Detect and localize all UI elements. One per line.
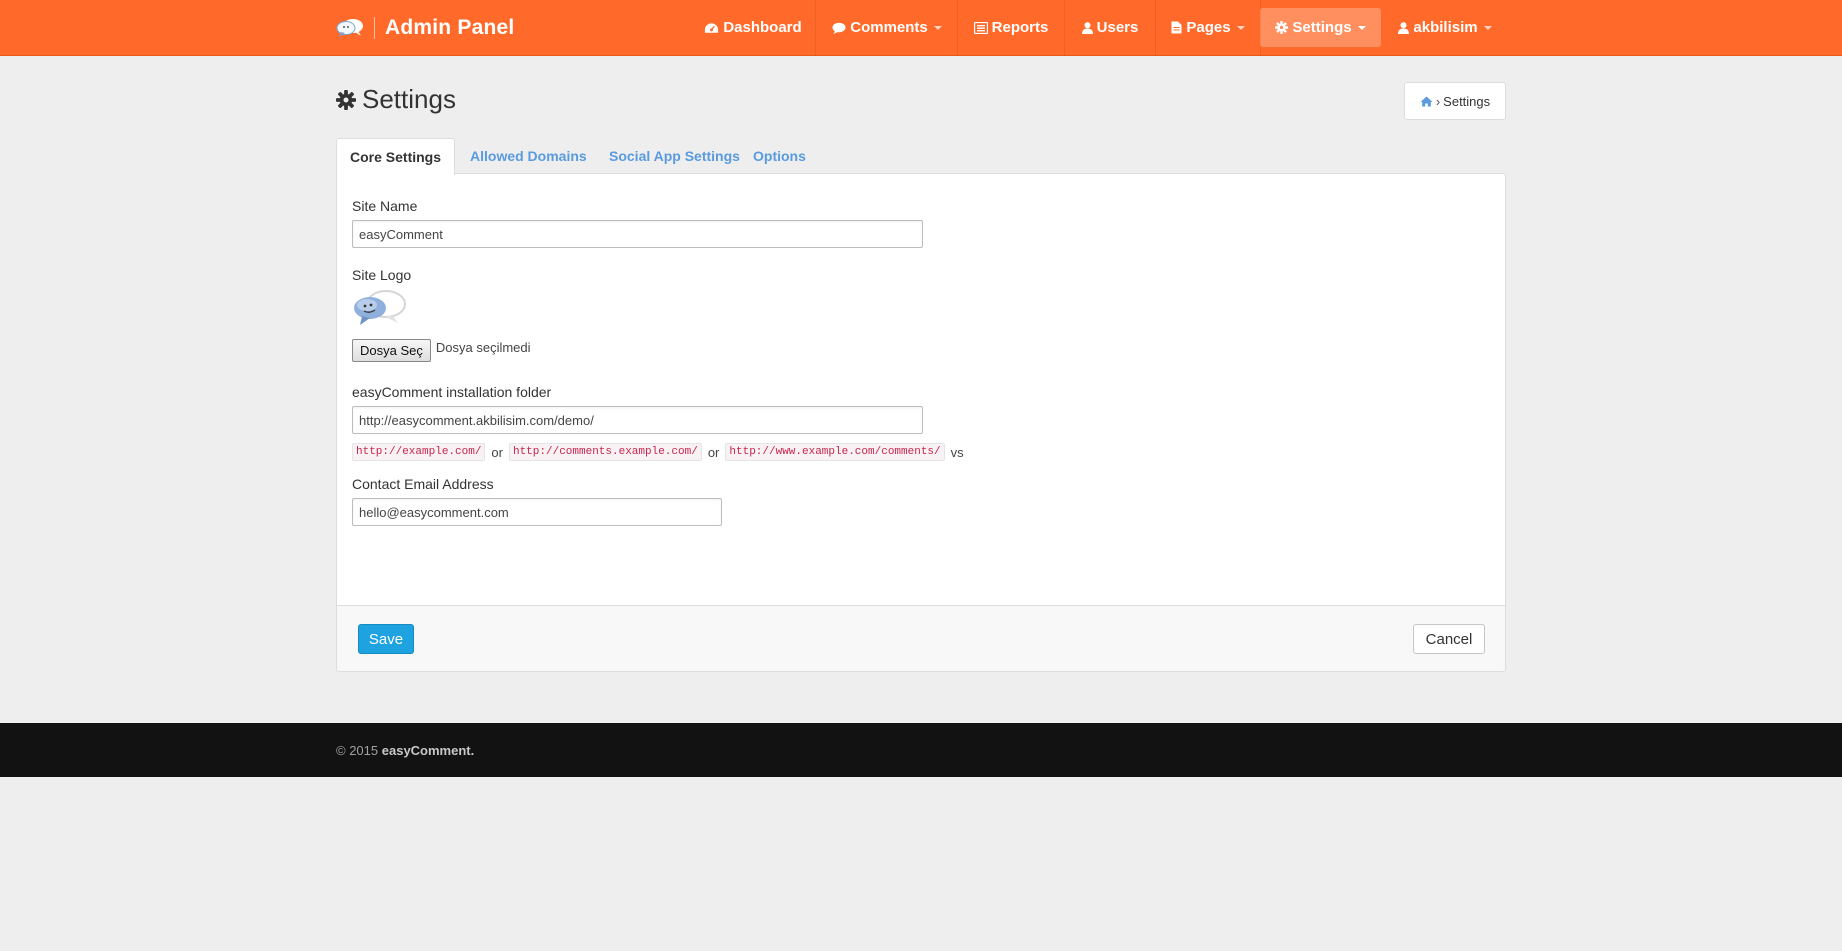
example-url: http://comments.example.com/	[508, 443, 702, 461]
no-file-text: Dosya seçilmedi	[435, 340, 531, 355]
logo-file-picker: Dosya Seç Dosya seçilmedi	[352, 339, 531, 362]
footer-copyright: © 2015 easyComment.	[336, 743, 474, 758]
save-button[interactable]: Save	[358, 624, 414, 654]
speech-bubbles-logo	[336, 19, 363, 37]
nav-item-label: akbilisim	[1413, 19, 1478, 36]
caret-down-icon	[1483, 25, 1492, 30]
tab-core-settings[interactable]: Core Settings	[336, 138, 456, 175]
page-title-text: Settings	[362, 84, 456, 114]
choose-file-button[interactable]: Dosya Seç	[352, 339, 431, 362]
hint-joiner: or	[707, 444, 720, 460]
nav-divider	[1064, 0, 1065, 56]
nav-item-label: Comments	[850, 19, 928, 36]
install-folder-hint: http://example.com/ or http://comments.e…	[352, 443, 970, 461]
install-folder-label: easyComment installation folder	[352, 384, 552, 400]
nav-item-label: Users	[1096, 19, 1139, 36]
site-logo-label: Site Logo	[352, 267, 412, 283]
file-icon	[1171, 21, 1182, 34]
site-name-input[interactable]	[352, 220, 923, 248]
panel-footer: Save Cancel	[337, 605, 1505, 671]
hint-joiner: or	[491, 444, 503, 460]
dashboard-icon	[705, 22, 719, 33]
user-icon	[1081, 21, 1093, 34]
list-alt-icon	[973, 21, 988, 34]
nav-item-users[interactable]: Users	[1072, 8, 1148, 47]
nav-item-label: Settings	[1292, 19, 1352, 36]
nav-item-reports[interactable]: Reports	[966, 8, 1056, 47]
contact-email-label: Contact Email Address	[352, 476, 494, 492]
breadcrumb: › Settings	[1404, 82, 1506, 120]
nav-item-label: Pages	[1186, 19, 1231, 36]
tab-options[interactable]: Options	[740, 138, 819, 174]
nav-item-label: Dashboard	[723, 19, 802, 36]
comment-icon	[832, 22, 846, 34]
user-icon	[1398, 21, 1410, 34]
page-title: Settings	[336, 84, 456, 115]
nav-divider	[957, 0, 958, 56]
cancel-button[interactable]: Cancel	[1413, 624, 1485, 654]
example-url: http://www.example.com/comments/	[725, 443, 945, 461]
page-footer: © 2015 easyComment.	[0, 723, 1842, 777]
settings-panel: Site Name Site Logo Dosya Seç Dosya seçi…	[336, 173, 1506, 672]
contact-email-input[interactable]	[352, 498, 722, 526]
caret-down-icon	[933, 25, 942, 30]
nav-item-settings[interactable]: Settings	[1260, 8, 1381, 47]
nav-item-pages[interactable]: Pages	[1164, 8, 1252, 47]
breadcrumb-current: Settings	[1443, 93, 1491, 109]
nav-item-dashboard[interactable]: Dashboard	[694, 8, 812, 47]
home-icon[interactable]	[1420, 96, 1433, 107]
nav-item-label: Reports	[991, 19, 1049, 36]
tab-social-app-settings[interactable]: Social App Settings	[596, 138, 753, 174]
tab-allowed-domains[interactable]: Allowed Domains	[457, 138, 600, 174]
gear-icon	[1275, 21, 1289, 34]
caret-down-icon	[1236, 25, 1245, 30]
caret-down-icon	[1357, 25, 1366, 30]
nav-item-user-menu[interactable]: akbilisim	[1390, 8, 1500, 47]
nav-divider	[815, 0, 816, 56]
site-logo-image	[354, 290, 406, 325]
brand-separator	[374, 17, 375, 39]
app-title: Admin Panel	[385, 16, 515, 39]
nav-divider	[1155, 0, 1156, 56]
install-folder-input[interactable]	[352, 406, 923, 434]
hint-suffix: vs	[950, 444, 964, 460]
example-url: http://example.com/	[352, 443, 486, 461]
nav-item-comments[interactable]: Comments	[826, 8, 948, 47]
copyright-text: © 2015	[336, 743, 379, 758]
top-navbar: Admin Panel Dashboard Comments Reports U…	[0, 0, 1842, 56]
brand[interactable]: Admin Panel	[336, 0, 514, 56]
site-name-label: Site Name	[352, 198, 418, 214]
gear-icon	[336, 89, 356, 110]
footer-brand: easyComment.	[381, 743, 475, 758]
breadcrumb-separator: ›	[1435, 93, 1441, 109]
